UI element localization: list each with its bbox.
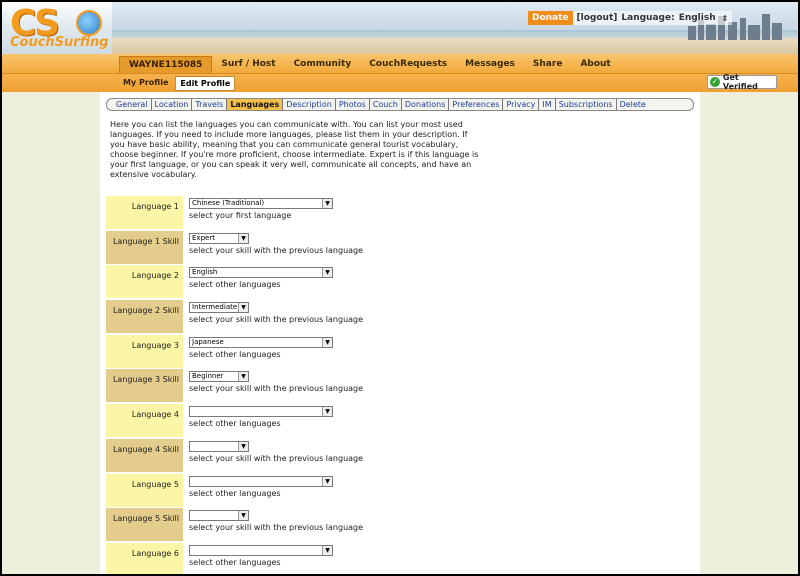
field-hint: select your skill with the previous lang… [189,384,364,394]
language-3-select[interactable]: Japanese ▼ [189,336,333,348]
tab-location[interactable]: Location [152,99,193,110]
field-hint: select other languages [189,280,281,290]
browser-frame: CS CouchSurfing Donate [logout] Language… [2,2,798,574]
field-label: Language 3 [106,334,183,368]
tab-delete[interactable]: Delete [617,99,649,110]
dropdown-arrow-icon: ▼ [238,511,248,521]
get-verified-button[interactable]: ✓ Get Verified [707,73,777,91]
field-hint: select your first language [189,211,292,220]
nav-item-username[interactable]: WAYNE115085 [119,56,213,73]
language-3-skill-select[interactable]: Beginner ▼ [189,371,249,383]
tab-travels[interactable]: Travels [192,99,228,110]
tab-general[interactable]: General [113,99,152,110]
form-row: Language 2 English ▼ select other langua… [106,265,696,300]
language-5-select[interactable]: ▼ [189,475,333,487]
form-row: Language 1 Chinese (Traditional) ▼ selec… [106,196,696,231]
languages-intro-text: Here you can list the languages you can … [110,120,479,179]
site-header: CS CouchSurfing Donate [logout] Language… [2,2,798,54]
dropdown-arrow-icon: ▼ [238,441,248,451]
field-label: Language 4 [106,404,183,438]
language-selector[interactable]: English [679,13,716,23]
languages-form: Language 1 Chinese (Traditional) ▼ selec… [106,196,696,574]
field-hint: select your skill with the previous lang… [189,315,364,325]
field-hint: select your skill with the previous lang… [189,245,364,255]
language-label: Language: [621,13,675,23]
main-content: General Location Travels Languages Descr… [100,92,700,574]
profile-tabs: General Location Travels Languages Descr… [106,98,694,111]
language-1-select[interactable]: Chinese (Traditional) ▼ [189,198,333,209]
field-label: Language 3 Skill [106,369,183,403]
dropdown-arrow-icon: ▼ [322,337,332,347]
nav-item-messages[interactable]: Messages [456,56,524,73]
form-row: Language 5 Skill ▼ select your skill wit… [106,508,696,543]
subnav-edit-profile[interactable]: Edit Profile [175,76,236,91]
field-label: Language 5 Skill [106,508,183,542]
tab-description[interactable]: Description [283,99,336,110]
language-4-select[interactable]: ▼ [189,406,333,418]
dropdown-arrow-icon: ▼ [238,372,248,382]
field-hint: select other languages [189,419,281,429]
dropdown-arrow-icon: ▼ [322,199,332,208]
form-row: Language 4 Skill ▼ select your skill wit… [106,438,696,474]
logo-wordmark: CouchSurfing [10,35,109,50]
get-verified-label: Get Verified [722,73,758,91]
field-hint: select other languages [189,488,281,498]
field-label: Language 2 [106,265,183,299]
checkmark-icon: ✓ [710,77,720,87]
field-label: Language 1 Skill [106,230,183,264]
language-2-select[interactable]: English ▼ [189,267,333,279]
tab-subscriptions[interactable]: Subscriptions [556,99,617,110]
nav-item-surf-host[interactable]: Surf / Host [212,56,284,73]
couchsurfing-logo[interactable]: CS CouchSurfing [6,6,118,50]
form-row: Language 5 ▼ select other languages [106,473,696,509]
field-label: Language 5 [106,473,183,507]
field-hint: select your skill with the previous lang… [189,453,364,463]
subnav-my-profile[interactable]: My Profile [119,76,172,91]
tab-couch[interactable]: Couch [370,99,402,110]
language-2-skill-select[interactable]: Intermediate ▼ [189,302,249,314]
field-label: Language 6 [106,542,183,574]
nav-item-about[interactable]: About [571,56,619,73]
form-row: Language 1 Skill Expert ▼ select your sk… [106,230,696,266]
tab-donations[interactable]: Donations [402,99,450,110]
tab-im[interactable]: IM [539,99,556,110]
form-row: Language 3 Japanese ▼ select other langu… [106,334,696,370]
globe-icon [76,10,102,36]
field-hint: select your skill with the previous lang… [189,523,364,533]
tab-preferences[interactable]: Preferences [449,99,504,110]
form-row: Language 4 ▼ select other languages [106,404,696,439]
dropdown-arrow-icon: ▼ [322,545,332,555]
nav-item-couchrequests[interactable]: CouchRequests [360,56,456,73]
field-label: Language 2 Skill [106,300,183,334]
beach-banner-image [112,2,798,54]
tab-privacy[interactable]: Privacy [503,99,540,110]
form-row: Language 3 Skill Beginner ▼ select your … [106,369,696,404]
top-links: Donate [logout] Language: English ⇕ [528,11,733,25]
dropdown-arrow-icon: ▼ [238,303,248,313]
dropdown-arrow-icon: ▼ [322,407,332,417]
language-1-skill-select[interactable]: Expert ▼ [189,232,249,244]
field-hint: select other languages [189,349,281,359]
field-label: Language 4 Skill [106,438,183,472]
donate-button[interactable]: Donate [528,11,573,25]
nav-item-community[interactable]: Community [285,56,361,73]
language-6-select[interactable]: ▼ [189,544,333,556]
language-5-skill-select[interactable]: ▼ [189,510,249,522]
main-nav: WAYNE115085 Surf / Host Community CouchR… [2,54,798,74]
nav-item-share[interactable]: Share [524,56,572,73]
form-row: Language 6 ▼ select other languages [106,542,696,574]
form-row: Language 2 Skill Intermediate ▼ select y… [106,300,696,335]
tab-languages[interactable]: Languages [227,99,284,110]
tab-photos[interactable]: Photos [336,99,370,110]
field-hint: select other languages [189,557,281,567]
sub-nav: My Profile Edit Profile [2,74,798,92]
language-4-skill-select[interactable]: ▼ [189,440,249,452]
field-label: Language 1 [106,196,183,229]
dropdown-arrow-icon: ▼ [322,476,332,486]
logout-link[interactable]: [logout] [577,13,618,23]
updown-arrow-icon[interactable]: ⇕ [722,14,729,23]
dropdown-arrow-icon: ▼ [322,268,332,278]
dropdown-arrow-icon: ▼ [238,233,248,243]
